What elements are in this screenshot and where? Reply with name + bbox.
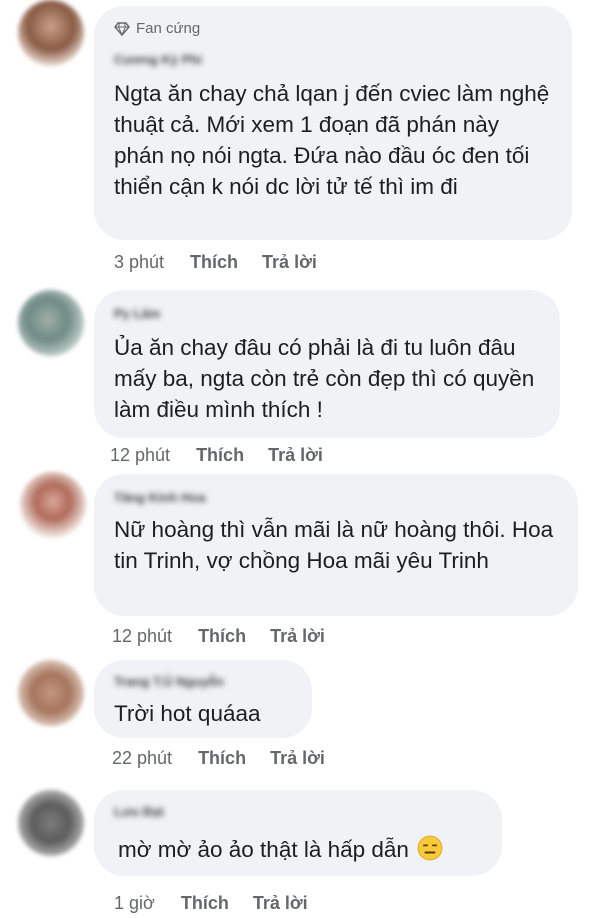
like-button[interactable]: Thích: [196, 445, 244, 466]
reply-button[interactable]: Trả lời: [270, 626, 325, 647]
comment-text: Ủa ăn chay đâu có phải là đi tu luôn đâu…: [114, 335, 535, 422]
author-name[interactable]: Cương Kỳ Phi: [114, 52, 202, 67]
author-name[interactable]: Tăng Kinh Hoa: [114, 490, 206, 505]
comment-bubble: Tăng Kinh Hoa Nữ hoàng thì vẫn mãi là nữ…: [94, 474, 578, 616]
comment-bubble: Py Lâm Ủa ăn chay đâu có phải là đi tu l…: [94, 290, 560, 438]
comment-timestamp[interactable]: 3 phút: [114, 252, 164, 273]
like-button[interactable]: Thích: [190, 252, 238, 273]
comment-actions: 1 giờ Thích Trả lời: [114, 893, 308, 914]
comment-timestamp[interactable]: 12 phút: [110, 445, 170, 466]
like-button[interactable]: Thích: [181, 893, 229, 914]
reply-button[interactable]: Trả lời: [270, 748, 325, 769]
comment-timestamp[interactable]: 1 giờ: [114, 893, 155, 914]
comment-actions: 12 phút Thích Trả lời: [110, 445, 323, 466]
comment-feed: Fan cứng Cương Kỳ Phi Ngta ăn chay chả l…: [0, 0, 600, 918]
author-name[interactable]: Py Lâm: [114, 306, 160, 321]
comment-text: mờ mờ ảo ảo thật là hấp dẫn: [118, 834, 484, 869]
comment-text-content: mờ mờ ảo ảo thật là hấp dẫn: [118, 837, 409, 862]
author-name[interactable]: Lưu Đạt: [114, 804, 164, 819]
comment-text: Nữ hoàng thì vẫn mãi là nữ hoàng thôi. H…: [114, 517, 554, 573]
avatar[interactable]: [18, 790, 84, 856]
like-button[interactable]: Thích: [198, 626, 246, 647]
comment-text: Ngta ăn chay chả lqan j đến cviec làm ng…: [114, 81, 550, 199]
like-button[interactable]: Thích: [198, 748, 246, 769]
comment-bubble: Fan cứng Cương Kỳ Phi Ngta ăn chay chả l…: [94, 6, 572, 240]
comment-bubble: Trang T.Ú Nguyễn Trời hot quáaa: [94, 660, 312, 738]
comment-timestamp[interactable]: 12 phút: [112, 626, 172, 647]
comment-actions: 12 phút Thích Trả lời: [112, 626, 325, 647]
comment-bubble: Lưu Đạt mờ mờ ảo ảo thật là hấp dẫn: [94, 790, 502, 876]
avatar[interactable]: [18, 0, 84, 66]
avatar[interactable]: [18, 660, 84, 726]
comment-timestamp[interactable]: 22 phút: [112, 748, 172, 769]
expressionless-face-emoji: [417, 835, 443, 869]
reply-button[interactable]: Trả lời: [253, 893, 308, 914]
avatar[interactable]: [18, 290, 84, 356]
comment-text: Trời hot quáaa: [114, 701, 261, 726]
comment-actions: 3 phút Thích Trả lời: [114, 252, 317, 273]
diamond-icon: [114, 21, 130, 36]
badge-label: Fan cứng: [136, 20, 201, 37]
reply-button[interactable]: Trả lời: [268, 445, 323, 466]
top-fan-badge: Fan cứng: [114, 20, 200, 37]
reply-button[interactable]: Trả lời: [262, 252, 317, 273]
comment-actions: 22 phút Thích Trả lời: [112, 748, 325, 769]
author-name[interactable]: Trang T.Ú Nguyễn: [114, 674, 224, 689]
avatar[interactable]: [20, 472, 86, 538]
